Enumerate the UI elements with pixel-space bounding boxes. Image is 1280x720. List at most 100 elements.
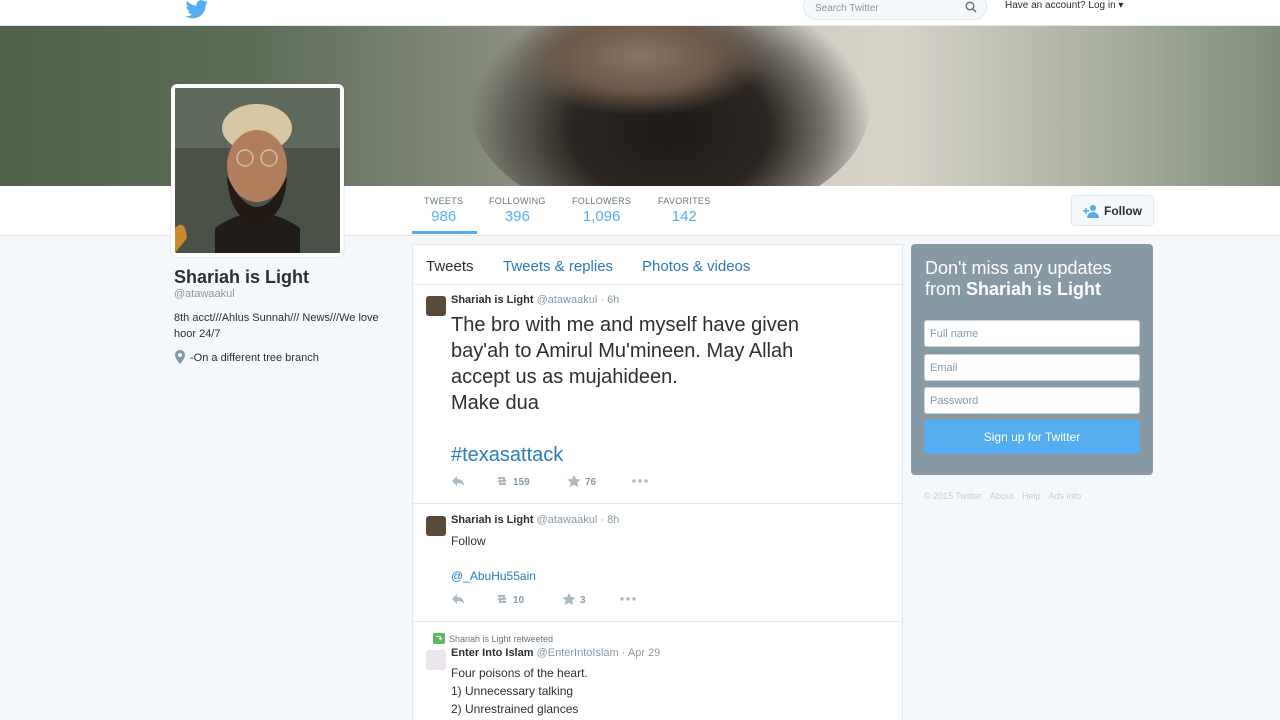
favorite-count: 3 [580, 595, 586, 606]
tweet-avatar[interactable] [426, 296, 446, 316]
profile-avatar[interactable] [171, 84, 344, 257]
stat-tweets[interactable]: TWEETS 986 [424, 196, 463, 225]
tweet-author-handle[interactable]: @EnterIntoIslam [537, 647, 619, 659]
profile-location: -On a different tree branch [174, 350, 319, 364]
profile-handle[interactable]: @atawaakul [174, 288, 235, 300]
favorite-button[interactable]: 3 [562, 593, 586, 606]
add-user-icon [1083, 205, 1099, 218]
tweet[interactable]: Shariah is Light @atawaakul · 6h The bro… [413, 286, 902, 504]
tab-tweets[interactable]: Tweets [426, 258, 474, 275]
email-field[interactable]: Email [924, 354, 1140, 381]
tweet[interactable]: Shariah is Light retweeted Enter Into Is… [413, 622, 902, 720]
tweet-author-handle[interactable]: @atawaakul [537, 514, 598, 526]
password-placeholder: Password [930, 395, 979, 407]
tweet-hashtag[interactable]: #texasattack [451, 442, 871, 468]
signup-panel: Don't miss any updates from Shariah is L… [911, 244, 1153, 475]
search-placeholder: Search Twitter [815, 3, 879, 14]
follow-button[interactable]: Follow [1071, 195, 1154, 226]
reply-button[interactable] [451, 593, 469, 606]
stat-following[interactable]: FOLLOWING 396 [489, 196, 546, 225]
stat-label: FOLLOWING [489, 196, 546, 206]
star-icon [567, 475, 581, 487]
retweet-button[interactable]: 10 [495, 593, 524, 606]
retweet-count: 10 [513, 595, 525, 606]
location-pin-icon [175, 350, 185, 364]
favorite-count: 76 [585, 477, 597, 488]
stat-label: TWEETS [424, 196, 464, 206]
top-bar: Search Twitter Have an account? Log in ▾ [0, 0, 1280, 26]
location-text: -On a different tree branch [190, 352, 319, 364]
more-dots-icon [620, 597, 636, 601]
tweet-text-line: The bro with me and myself have given [451, 314, 799, 336]
tab-tweets-and-replies[interactable]: Tweets & replies [503, 258, 613, 275]
favorite-button[interactable]: 76 [567, 475, 596, 488]
tab-photos-and-videos[interactable]: Photos & videos [642, 258, 750, 275]
retweet-icon [497, 477, 507, 485]
more-dots-icon [632, 479, 648, 483]
star-icon [562, 593, 576, 605]
stat-value: 396 [504, 208, 530, 225]
tweet-text-line: Follow [451, 534, 486, 548]
tweet-avatar[interactable] [426, 650, 446, 670]
tweet-author-name[interactable]: Enter Into Islam [451, 647, 534, 659]
more-button[interactable] [631, 475, 653, 488]
footer-link-about[interactable]: About [990, 491, 1014, 501]
retweet-context-text[interactable]: Shariah is Light retweeted [449, 634, 553, 644]
avatar-image [175, 88, 340, 253]
stat-favorites[interactable]: FAVORITES 142 [658, 196, 711, 225]
profile-name: Shariah is Light [174, 267, 310, 287]
follow-button-label: Follow [1104, 204, 1142, 218]
reply-button[interactable] [451, 475, 469, 488]
tweet-text: Four poisons of the heart. 1) Unnecessar… [451, 664, 588, 718]
tweet-text: Follow @_AbuHu55ain [451, 532, 536, 585]
active-stat-underline [412, 231, 477, 234]
tweet-author-name[interactable]: Shariah is Light [451, 294, 534, 306]
timeline-tabs: Tweets Tweets & replies Photos & videos [413, 245, 902, 285]
tweet-time[interactable]: · Apr 29 [622, 647, 661, 659]
tweet-text: The bro with me and myself have given ba… [451, 312, 871, 468]
signup-button[interactable]: Sign up for Twitter [924, 420, 1140, 454]
tweet-time[interactable]: · 8h [600, 514, 619, 526]
retweet-button[interactable]: 159 [495, 475, 530, 488]
tweet-text-line: Four poisons of the heart. [451, 666, 588, 680]
profile-bio: 8th acct///Ahlus Sunnah/// News///We lov… [174, 312, 379, 340]
tweet-time[interactable]: · 6h [600, 294, 619, 306]
footer-links: © 2015 Twitter About Help Ads info [924, 491, 1087, 501]
login-link[interactable]: Have an account? Log in ▾ [1005, 0, 1123, 11]
footer-copyright: © 2015 Twitter [924, 491, 982, 501]
retweet-count: 159 [513, 477, 530, 488]
tweet-text-line: 1) Unnecessary talking [451, 684, 574, 698]
email-placeholder: Email [930, 362, 958, 374]
search-icon[interactable] [965, 1, 977, 13]
reply-icon [452, 594, 464, 604]
stat-value: 1,096 [582, 208, 621, 225]
footer-link-ads-info[interactable]: Ads info [1049, 491, 1082, 501]
tweet[interactable]: Shariah is Light @atawaakul · 8h Follow … [413, 504, 902, 622]
tweet-text-line: accept us as mujahideen. [451, 366, 678, 388]
timeline: Tweets Tweets & replies Photos & videos … [412, 244, 903, 720]
stat-label: FAVORITES [658, 196, 711, 206]
stat-followers[interactable]: FOLLOWERS 1,096 [572, 196, 631, 225]
tweet-avatar[interactable] [426, 516, 446, 536]
tweet-author-handle[interactable]: @atawaakul [537, 294, 598, 306]
retweet-context: Shariah is Light retweeted [433, 633, 553, 644]
password-field[interactable]: Password [924, 387, 1140, 414]
tweet-header: Enter Into Islam @EnterIntoIslam · Apr 2… [451, 647, 660, 659]
tweet-mention[interactable]: @_AbuHu55ain [451, 567, 536, 585]
search-input[interactable]: Search Twitter [803, 0, 987, 20]
tweet-text-line: Make dua [451, 392, 539, 414]
reply-icon [452, 476, 464, 486]
retweet-icon [497, 595, 507, 603]
tweet-text-line: 2) Unrestrained glances [451, 702, 579, 716]
twitter-bird-icon[interactable] [185, 0, 209, 20]
signup-title-name: Shariah is Light [966, 279, 1102, 299]
retweeted-icon [433, 633, 445, 644]
tweet-header: Shariah is Light @atawaakul · 6h [451, 294, 619, 306]
more-button[interactable] [619, 593, 641, 606]
stat-label: FOLLOWERS [572, 196, 632, 206]
fullname-field[interactable]: Full name [924, 320, 1140, 347]
signup-title: Don't miss any updates from Shariah is L… [925, 258, 1145, 300]
stat-value: 986 [431, 208, 457, 225]
footer-link-help[interactable]: Help [1022, 491, 1041, 501]
tweet-author-name[interactable]: Shariah is Light [451, 514, 534, 526]
